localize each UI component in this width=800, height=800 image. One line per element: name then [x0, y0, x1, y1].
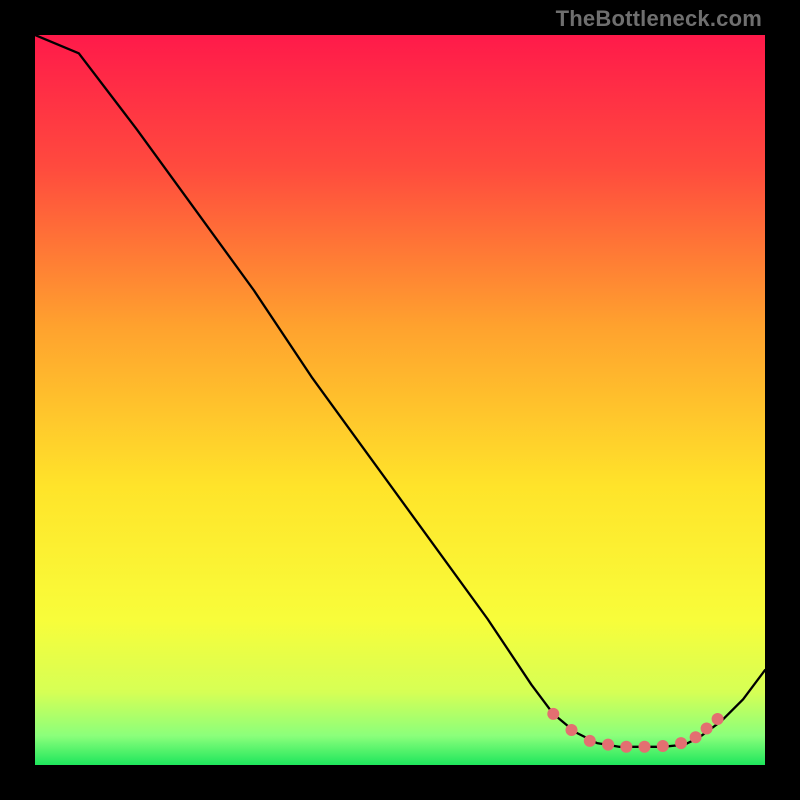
highlight-dot	[657, 740, 669, 752]
highlight-dot	[675, 737, 687, 749]
highlight-dot	[701, 723, 713, 735]
highlight-dot	[547, 708, 559, 720]
gradient-background	[35, 35, 765, 765]
chart-svg	[35, 35, 765, 765]
highlight-dot	[639, 741, 651, 753]
highlight-dot	[566, 724, 578, 736]
plot-area	[35, 35, 765, 765]
highlight-dot	[584, 735, 596, 747]
outer-frame: TheBottleneck.com	[0, 0, 800, 800]
highlight-dot	[602, 739, 614, 751]
highlight-dot	[620, 741, 632, 753]
highlight-dot	[712, 713, 724, 725]
highlight-dot	[690, 731, 702, 743]
attribution-text: TheBottleneck.com	[556, 6, 762, 32]
